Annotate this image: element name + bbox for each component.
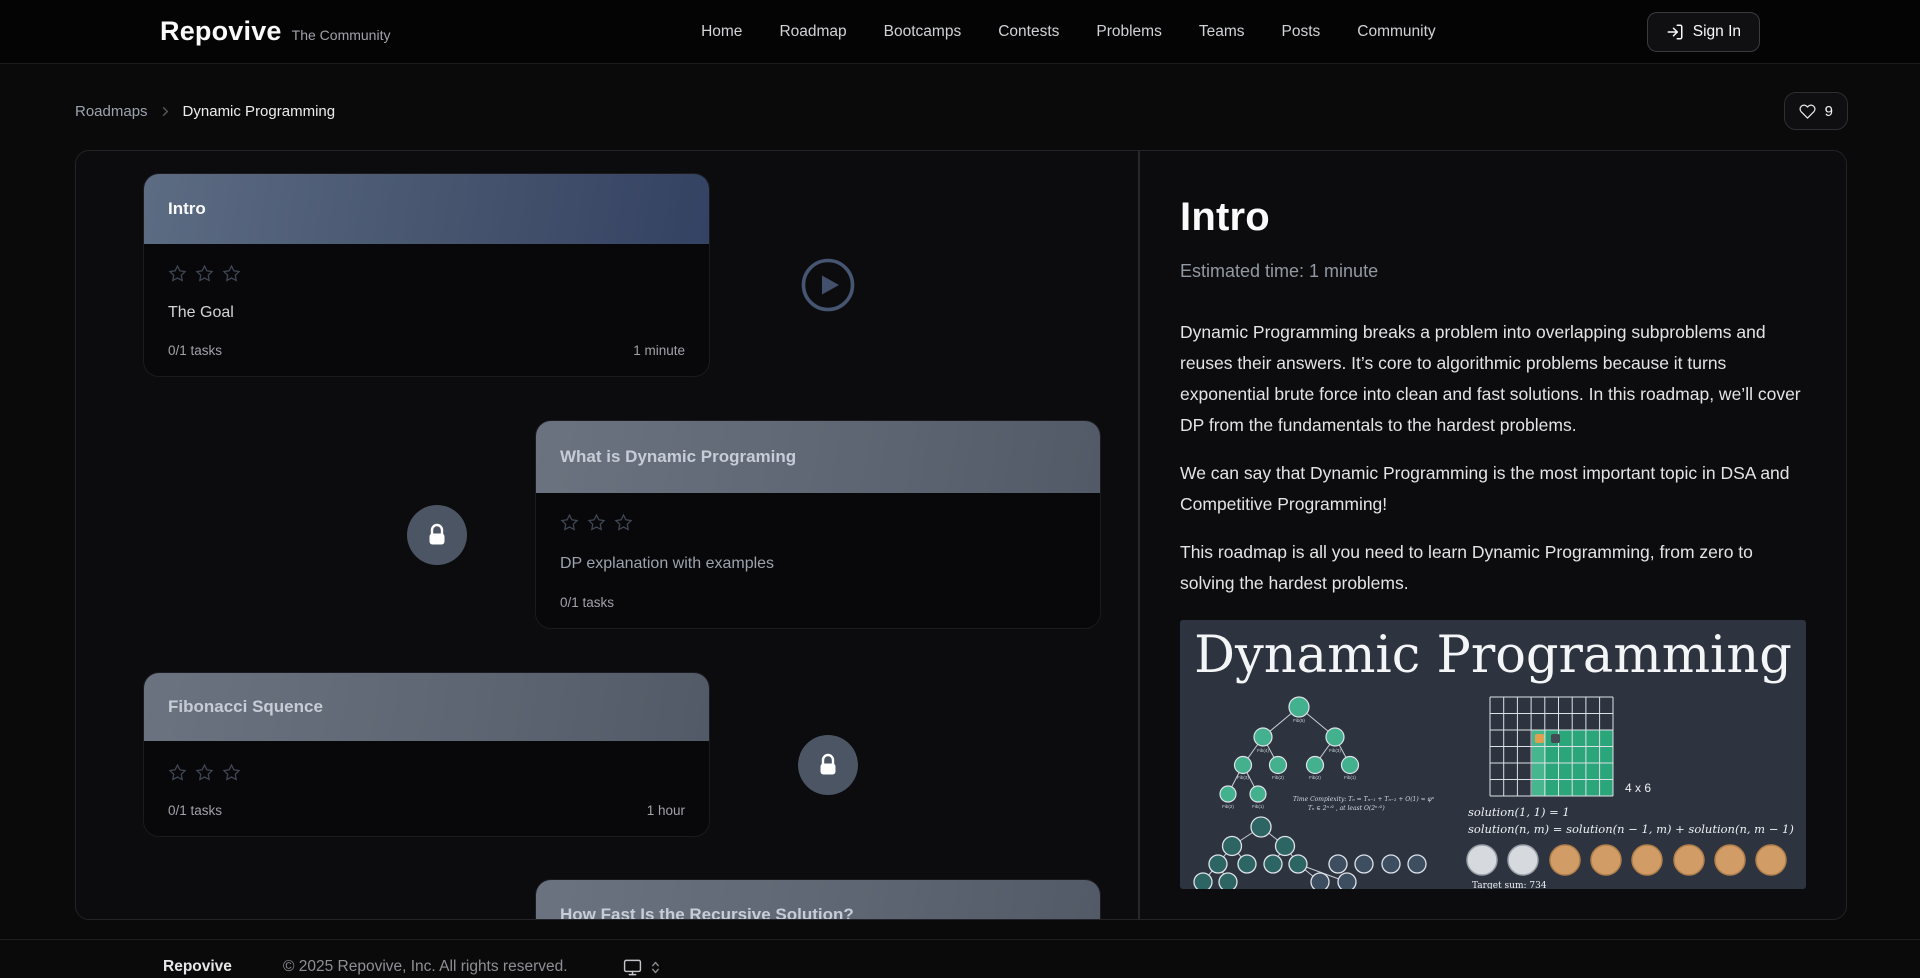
card-subtitle: DP explanation with examples — [560, 555, 1076, 573]
tasks-count: 0/1 tasks — [560, 595, 614, 610]
breadcrumb-row: Roadmaps Dynamic Programming 9 — [0, 91, 1920, 131]
card-subtitle: The Goal — [168, 304, 685, 322]
star-icon — [222, 264, 241, 283]
detail-paragraph: This roadmap is all you need to learn Dy… — [1180, 537, 1808, 599]
brand-logo[interactable]: Repovive The Community — [160, 16, 490, 47]
footer-copyright: © 2025 Repovive, Inc. All rights reserve… — [283, 958, 568, 976]
card-header: How Fast Is the Recursive Solution? — [536, 880, 1100, 920]
svg-text:Fib(2): Fib(2) — [1222, 804, 1234, 809]
chevron-up-down-icon — [650, 960, 661, 975]
svg-text:Fib(1): Fib(1) — [1252, 804, 1264, 809]
nav-teams[interactable]: Teams — [1199, 23, 1245, 41]
top-navbar: Repovive The Community Home Roadmap Boot… — [0, 0, 1920, 64]
time-estimate: 1 hour — [647, 803, 685, 818]
svg-text:Fib(5): Fib(5) — [1293, 718, 1305, 723]
card-body: The Goal 0/1 tasks 1 minute — [144, 244, 709, 376]
card-title: Fibonacci Squence — [168, 697, 323, 717]
svg-text:Tₙ ∈ 2ⁿᐟ² , at least O(2ⁿᐟ²): Tₙ ∈ 2ⁿᐟ² , at least O(2ⁿᐟ²) — [1308, 805, 1385, 812]
difficulty-stars — [560, 513, 1076, 532]
tasks-count: 0/1 tasks — [168, 343, 222, 358]
star-icon — [195, 763, 214, 782]
breadcrumb-roadmaps[interactable]: Roadmaps — [75, 103, 148, 120]
card-title: What is Dynamic Programing — [560, 447, 796, 467]
detail-title: Intro — [1180, 195, 1806, 240]
sign-in-button[interactable]: Sign In — [1647, 12, 1760, 52]
footer: Repovive © 2025 Repovive, Inc. All right… — [0, 939, 1920, 978]
svg-text:Target sum: 734: Target sum: 734 — [1472, 881, 1547, 889]
nav-contests[interactable]: Contests — [998, 23, 1059, 41]
heart-icon — [1799, 103, 1816, 120]
roadmap-node-intro[interactable]: Intro The Goal 0/1 tasks 1 minute — [143, 173, 710, 377]
illustration-graphics: Fib(5) Fib(4) Fib(3) Fib(3) Fib(2) Fib(2) F… — [1180, 620, 1806, 889]
card-title: How Fast Is the Recursive Solution? — [560, 905, 854, 920]
brand-name: Repovive — [160, 16, 282, 47]
card-meta: 0/1 tasks 1 minute — [168, 343, 685, 358]
card-header: Intro — [144, 174, 709, 244]
nav-roadmap[interactable]: Roadmap — [779, 23, 846, 41]
breadcrumb: Roadmaps Dynamic Programming — [75, 103, 335, 120]
svg-text:Fib(2): Fib(2) — [1309, 775, 1321, 780]
card-meta: 0/1 tasks 1 hour — [168, 803, 685, 818]
lock-icon — [798, 735, 858, 795]
roadmap-canvas[interactable]: Intro The Goal 0/1 tasks 1 minute — [76, 151, 1138, 919]
theme-selector[interactable] — [623, 958, 661, 977]
star-icon — [222, 763, 241, 782]
difficulty-stars — [168, 763, 685, 782]
star-icon — [168, 763, 187, 782]
nav-bootcamps[interactable]: Bootcamps — [884, 23, 962, 41]
nav-posts[interactable]: Posts — [1282, 23, 1321, 41]
login-icon — [1666, 23, 1684, 41]
time-estimate: 1 minute — [633, 343, 685, 358]
svg-text:4 x 6: 4 x 6 — [1625, 781, 1651, 795]
detail-paragraph: Dynamic Programming breaks a problem int… — [1180, 317, 1808, 441]
card-header: What is Dynamic Programing — [536, 421, 1100, 493]
monitor-icon — [623, 958, 642, 977]
dynamic-programming-illustration: Dynamic Programming Fib(5) — [1180, 620, 1806, 889]
roadmap-node-what-is-dp[interactable]: What is Dynamic Programing DP explanatio… — [535, 420, 1101, 629]
star-icon — [614, 513, 633, 532]
card-meta: 0/1 tasks — [560, 595, 1076, 610]
brand-tagline: The Community — [292, 27, 391, 43]
main-nav: Home Roadmap Bootcamps Contests Problems… — [490, 23, 1647, 41]
lock-icon — [407, 505, 467, 565]
play-button[interactable] — [801, 258, 855, 312]
star-icon — [168, 264, 187, 283]
roadmap-node-fibonacci[interactable]: Fibonacci Squence 0/1 tasks 1 hour — [143, 672, 710, 837]
tasks-count: 0/1 tasks — [168, 803, 222, 818]
card-body: 0/1 tasks 1 hour — [144, 741, 709, 836]
detail-paragraph: We can say that Dynamic Programming is t… — [1180, 458, 1808, 520]
estimated-time: Estimated time: 1 minute — [1180, 261, 1806, 282]
card-title: Intro — [168, 199, 206, 219]
chevron-right-icon — [158, 104, 173, 119]
svg-text:Time Complexity: Tₙ = Tₙ₋₁ +: Time Complexity: Tₙ = Tₙ₋₁ + Tₙ₋₂ + O(1)… — [1293, 796, 1435, 803]
nav-home[interactable]: Home — [701, 23, 742, 41]
svg-text:Fib(1): Fib(1) — [1344, 775, 1356, 780]
footer-brand: Repovive — [163, 958, 283, 976]
star-icon — [587, 513, 606, 532]
svg-text:Fib(3): Fib(3) — [1329, 748, 1341, 753]
svg-text:solution(1, 1) = 1: solution(1, 1) = 1 — [1468, 805, 1570, 819]
breadcrumb-current: Dynamic Programming — [183, 103, 336, 120]
svg-text:Fib(4): Fib(4) — [1257, 748, 1269, 753]
svg-text:Fib(3): Fib(3) — [1237, 775, 1249, 780]
roadmap-node-how-fast[interactable]: How Fast Is the Recursive Solution? — [535, 879, 1101, 920]
star-icon — [195, 264, 214, 283]
card-header: Fibonacci Squence — [144, 673, 709, 741]
svg-text:Fib(2): Fib(2) — [1272, 775, 1284, 780]
like-count: 9 — [1825, 103, 1833, 120]
nav-problems[interactable]: Problems — [1096, 23, 1161, 41]
nav-community[interactable]: Community — [1357, 23, 1435, 41]
like-button[interactable]: 9 — [1784, 92, 1848, 130]
card-body: DP explanation with examples 0/1 tasks — [536, 493, 1100, 628]
star-icon — [560, 513, 579, 532]
detail-panel: Intro Estimated time: 1 minute Dynamic P… — [1140, 151, 1846, 919]
svg-text:solution(n, m) = solution(n −: solution(n, m) = solution(n − 1, m) + so… — [1468, 822, 1794, 836]
roadmap-container: Intro The Goal 0/1 tasks 1 minute — [75, 150, 1847, 920]
sign-in-label: Sign In — [1693, 23, 1741, 41]
difficulty-stars — [168, 264, 685, 283]
